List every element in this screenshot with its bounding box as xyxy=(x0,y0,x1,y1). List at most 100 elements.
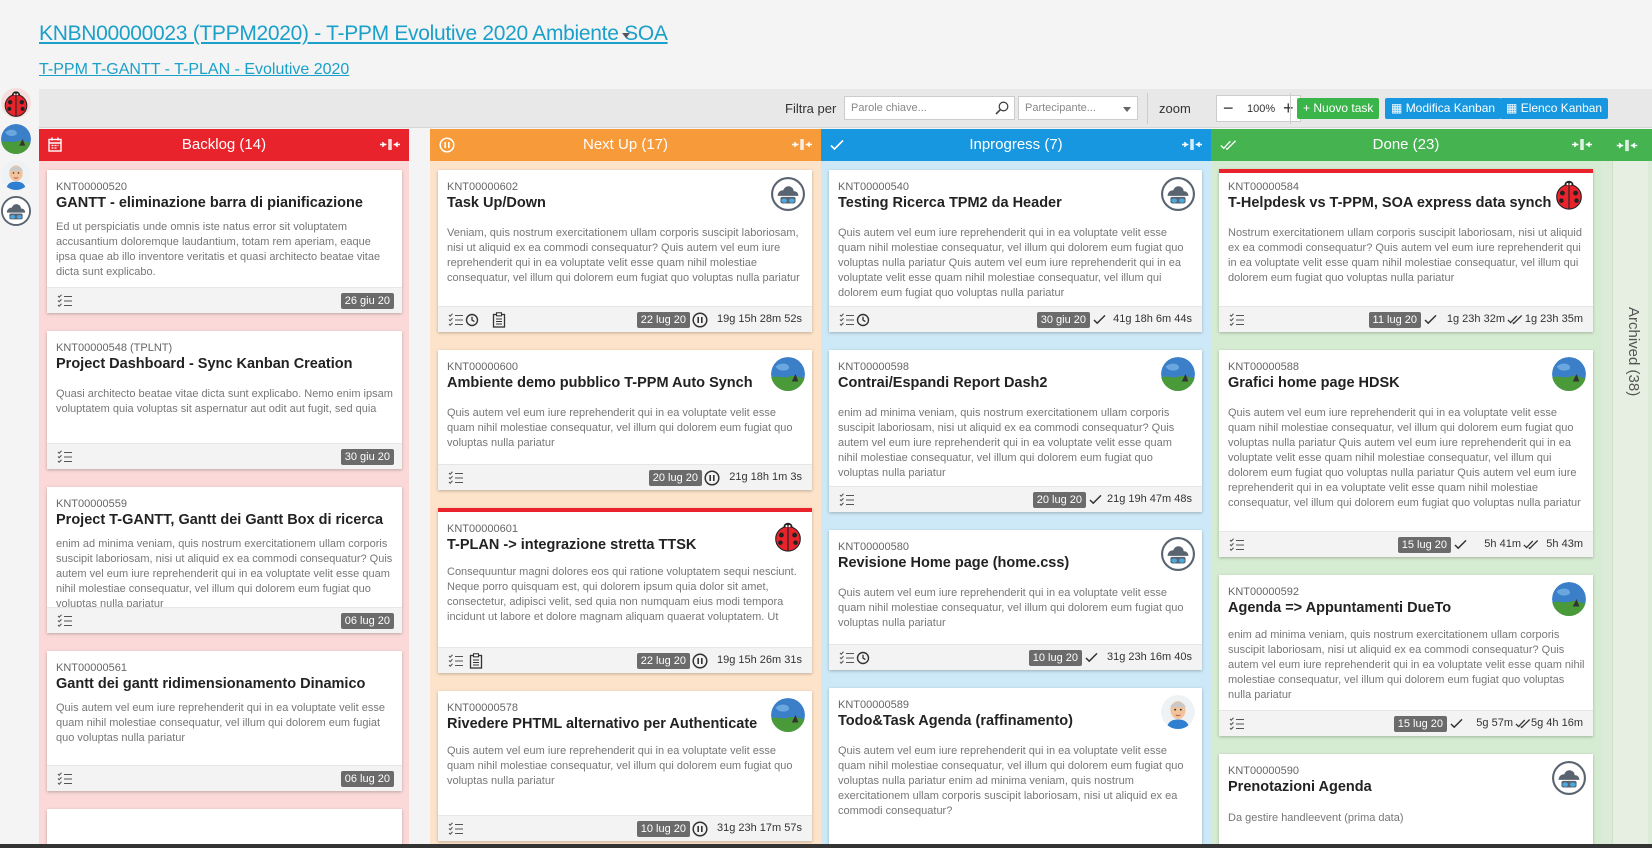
card-footer: 20 lug 20 21g 18h 1m 3s xyxy=(438,464,812,490)
column-archived[interactable]: Archived (38) xyxy=(1601,129,1652,848)
ladybug-icon[interactable] xyxy=(1552,177,1586,211)
checklist-icon[interactable] xyxy=(1229,717,1245,731)
checklist-icon[interactable] xyxy=(448,471,464,485)
cloud-avatar[interactable] xyxy=(1,196,31,226)
collapse-column-icon[interactable] xyxy=(1572,138,1592,151)
column-header-done: Done (23) xyxy=(1211,129,1601,161)
task-code: KNT00000592 xyxy=(1228,586,1299,598)
total-time: 1g 23h 35m xyxy=(1524,313,1583,325)
clipboard-icon[interactable] xyxy=(492,312,506,328)
list-kanban-label: Elenco Kanban xyxy=(1520,101,1603,115)
column-header-nextup: Next Up (17) xyxy=(430,129,821,161)
work-time: 1g 23h 32m xyxy=(1446,313,1505,325)
ladybug-avatar[interactable] xyxy=(1,88,31,118)
task-description: Da gestire handleevent (prima data) xyxy=(1228,812,1404,824)
archived-label: Archived (38) xyxy=(1625,307,1642,397)
checklist-icon[interactable] xyxy=(57,614,73,628)
column-header-backlog: Backlog (14) xyxy=(39,129,409,161)
archived-panel[interactable] xyxy=(1612,161,1648,848)
card-footer: 15 lug 20 5h 41m 5h 43m xyxy=(1219,531,1593,557)
checklist-icon[interactable] xyxy=(448,822,464,836)
task-code: KNT00000559 xyxy=(56,498,127,510)
ladybug-icon[interactable] xyxy=(771,519,805,553)
task-code: KNT00000589 xyxy=(838,699,909,711)
task-title: Agenda => Appuntamenti DueTo xyxy=(1228,600,1452,616)
task-card[interactable]: KNT00000589 Todo&Task Agenda (raffinamen… xyxy=(829,688,1202,848)
checklist-icon[interactable] xyxy=(57,450,73,464)
task-card[interactable]: KNT00000559 Project T-GANTT, Gantt dei G… xyxy=(47,487,402,633)
checklist-icon[interactable] xyxy=(839,651,855,665)
cloud-avatar-icon[interactable] xyxy=(771,177,805,211)
edit-kanban-button[interactable]: ▦ Modifica Kanban xyxy=(1385,98,1502,119)
list-kanban-button[interactable]: ▦ Elenco Kanban xyxy=(1500,98,1609,119)
checklist-icon[interactable] xyxy=(448,313,464,327)
earth-avatar-icon[interactable] xyxy=(771,698,805,732)
keyword-placeholder: Parole chiave... xyxy=(851,102,927,114)
task-card[interactable]: KNT00000580 Revisione Home page (home.cs… xyxy=(829,530,1202,670)
new-task-button[interactable]: + Nuovo task xyxy=(1297,98,1380,119)
caret-down-icon[interactable] xyxy=(622,33,630,38)
cloud-avatar-icon[interactable] xyxy=(1161,177,1195,211)
task-card[interactable]: KNT00000590 Prenotazioni Agenda Da gesti… xyxy=(1219,754,1593,848)
earth-avatar-icon[interactable] xyxy=(1552,357,1586,391)
person-avatar-icon[interactable] xyxy=(1161,695,1195,729)
earth-avatar-icon[interactable] xyxy=(1161,357,1195,391)
checklist-icon[interactable] xyxy=(1229,538,1245,552)
task-title: Project T-GANTT, Gantt dei Gantt Box di … xyxy=(56,512,384,528)
person-avatar[interactable] xyxy=(1,160,31,190)
task-card[interactable]: KNT00000602 Task Up/Down Veniam, quis no… xyxy=(438,170,812,332)
search-icon[interactable] xyxy=(995,101,1009,115)
participant-avatars xyxy=(0,88,34,232)
task-card[interactable]: KNT00000598 Contrai/Espandi Report Dash2… xyxy=(829,350,1202,512)
expand-column-icon[interactable] xyxy=(1616,139,1638,152)
collapse-column-icon[interactable] xyxy=(1182,138,1202,151)
work-time: 5h 41m xyxy=(1484,538,1521,550)
column-nextup: KNT00000602 Task Up/Down Veniam, quis no… xyxy=(430,161,821,848)
task-card[interactable]: KNT00000548 (TPLNT) Project Dashboard - … xyxy=(47,331,402,469)
task-card[interactable]: KNT00000561 Gantt dei gantt ridimensiona… xyxy=(47,651,402,791)
zoom-in-icon[interactable]: + xyxy=(1283,98,1294,118)
task-card-priority[interactable]: KNT00000601 T-PLAN -> integrazione stret… xyxy=(438,508,812,673)
toolbar-divider xyxy=(1147,93,1148,124)
task-card[interactable]: KNT00000520 GANTT - eliminazione barra d… xyxy=(47,170,402,313)
cloud-avatar-icon[interactable] xyxy=(1161,537,1195,571)
zoom-value: 100% xyxy=(1247,103,1276,115)
column-title: Next Up (17) xyxy=(582,136,669,153)
checklist-icon[interactable] xyxy=(839,493,855,507)
task-code: KNT00000540 xyxy=(838,181,909,193)
collapse-column-icon[interactable] xyxy=(792,138,812,151)
keyword-search-input[interactable]: Parole chiave... xyxy=(844,96,1015,120)
column-backlog: KNT00000520 GANTT - eliminazione barra d… xyxy=(39,161,409,848)
earth-avatar-icon[interactable] xyxy=(1552,582,1586,616)
task-card[interactable]: KNT00000588 Grafici home page HDSK Quis … xyxy=(1219,350,1593,557)
checklist-icon[interactable] xyxy=(839,313,855,327)
task-title: Prenotazioni Agenda xyxy=(1228,779,1372,795)
table-icon: ▦ xyxy=(1391,101,1403,115)
checklist-icon[interactable] xyxy=(57,772,73,786)
participant-select[interactable]: Partecipante... xyxy=(1018,96,1138,120)
task-card[interactable]: KNT00000540 Testing Ricerca TPM2 da Head… xyxy=(829,170,1202,332)
card-footer: 06 lug 20 xyxy=(47,765,402,791)
task-card[interactable]: KNT00000600 Ambiente demo pubblico T-PPM… xyxy=(438,350,812,490)
zoom-out-icon[interactable]: − xyxy=(1223,98,1234,118)
zoom-label: zoom xyxy=(1159,101,1191,116)
task-description: Quis autem vel eum iure reprehenderit qu… xyxy=(56,702,385,744)
checklist-icon[interactable] xyxy=(448,654,464,668)
kanban-title-link[interactable]: KNBN00000023 (TPPM2020) - T-PPM Evolutiv… xyxy=(39,22,668,46)
checklist-icon[interactable] xyxy=(1229,313,1245,327)
earth-avatar-icon[interactable] xyxy=(771,357,805,391)
task-card[interactable]: KNT00000578 Rivedere PHTML alternativo p… xyxy=(438,691,812,841)
collapse-column-icon[interactable] xyxy=(380,138,400,151)
task-code: KNT00000590 xyxy=(1228,765,1299,777)
earth-avatar[interactable] xyxy=(1,124,31,154)
cloud-avatar-icon[interactable] xyxy=(1552,761,1586,795)
clipboard-icon[interactable] xyxy=(469,653,483,669)
task-code: KNT00000602 xyxy=(447,181,518,193)
task-card[interactable]: KNT00000592 Agenda => Appuntamenti DueTo… xyxy=(1219,575,1593,736)
task-code: KNT00000588 xyxy=(1228,361,1299,373)
task-card-priority[interactable]: KNT00000584 T-Helpdesk vs T-PPM, SOA exp… xyxy=(1219,169,1593,332)
checklist-icon[interactable] xyxy=(57,294,73,308)
project-subtitle-link[interactable]: T-PPM T-GANTT - T-PLAN - Evolutive 2020 xyxy=(39,61,349,79)
zoom-control: − 100% + xyxy=(1216,95,1301,122)
task-card[interactable] xyxy=(47,809,402,848)
